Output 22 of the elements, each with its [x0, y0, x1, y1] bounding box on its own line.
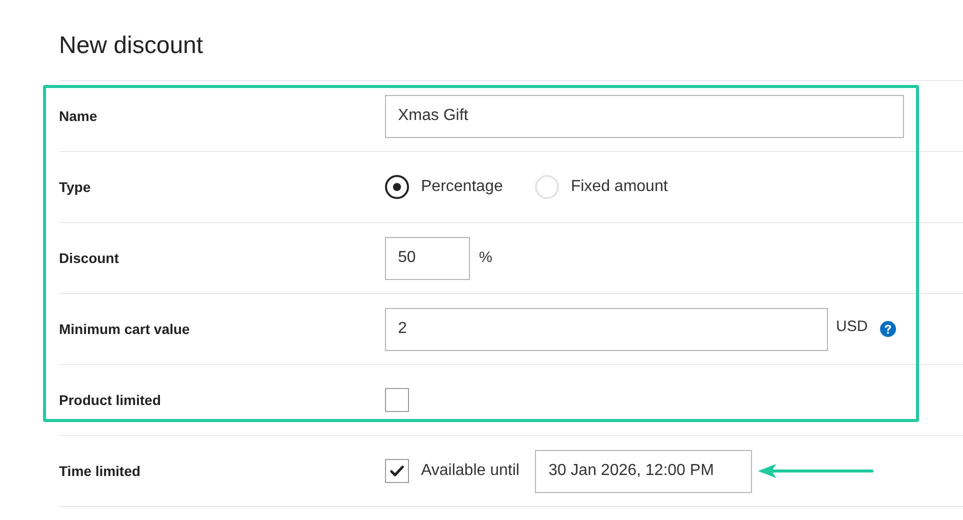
page-title: New discount: [59, 31, 204, 61]
discount-field[interactable]: 50: [385, 236, 470, 280]
field-label: Time limited: [59, 462, 142, 480]
field-label: Minimum cart value: [59, 320, 191, 338]
field-label: Type: [59, 178, 92, 197]
radio-label: Fixed amount: [570, 177, 668, 197]
field-label: Name: [59, 106, 98, 126]
date-field[interactable]: 30 Jan 2026, 12:00 PM: [535, 450, 752, 492]
radio-button[interactable]: [385, 175, 409, 199]
amount-field[interactable]: 2: [385, 308, 828, 350]
checkbox[interactable]: [385, 459, 409, 483]
currency-label: USD: [836, 316, 868, 337]
arrow-icon: [758, 463, 874, 479]
unit-label: %: [479, 248, 492, 268]
option-label: Available until: [421, 461, 520, 481]
name-field[interactable]: Xmas Gift: [385, 94, 904, 138]
radio-label: Percentage: [421, 177, 503, 197]
check-icon: [390, 465, 404, 477]
help-icon[interactable]: [880, 321, 896, 337]
checkbox[interactable]: [385, 388, 409, 412]
field-label: Product limited: [59, 390, 162, 410]
field-label: Discount: [59, 248, 120, 268]
